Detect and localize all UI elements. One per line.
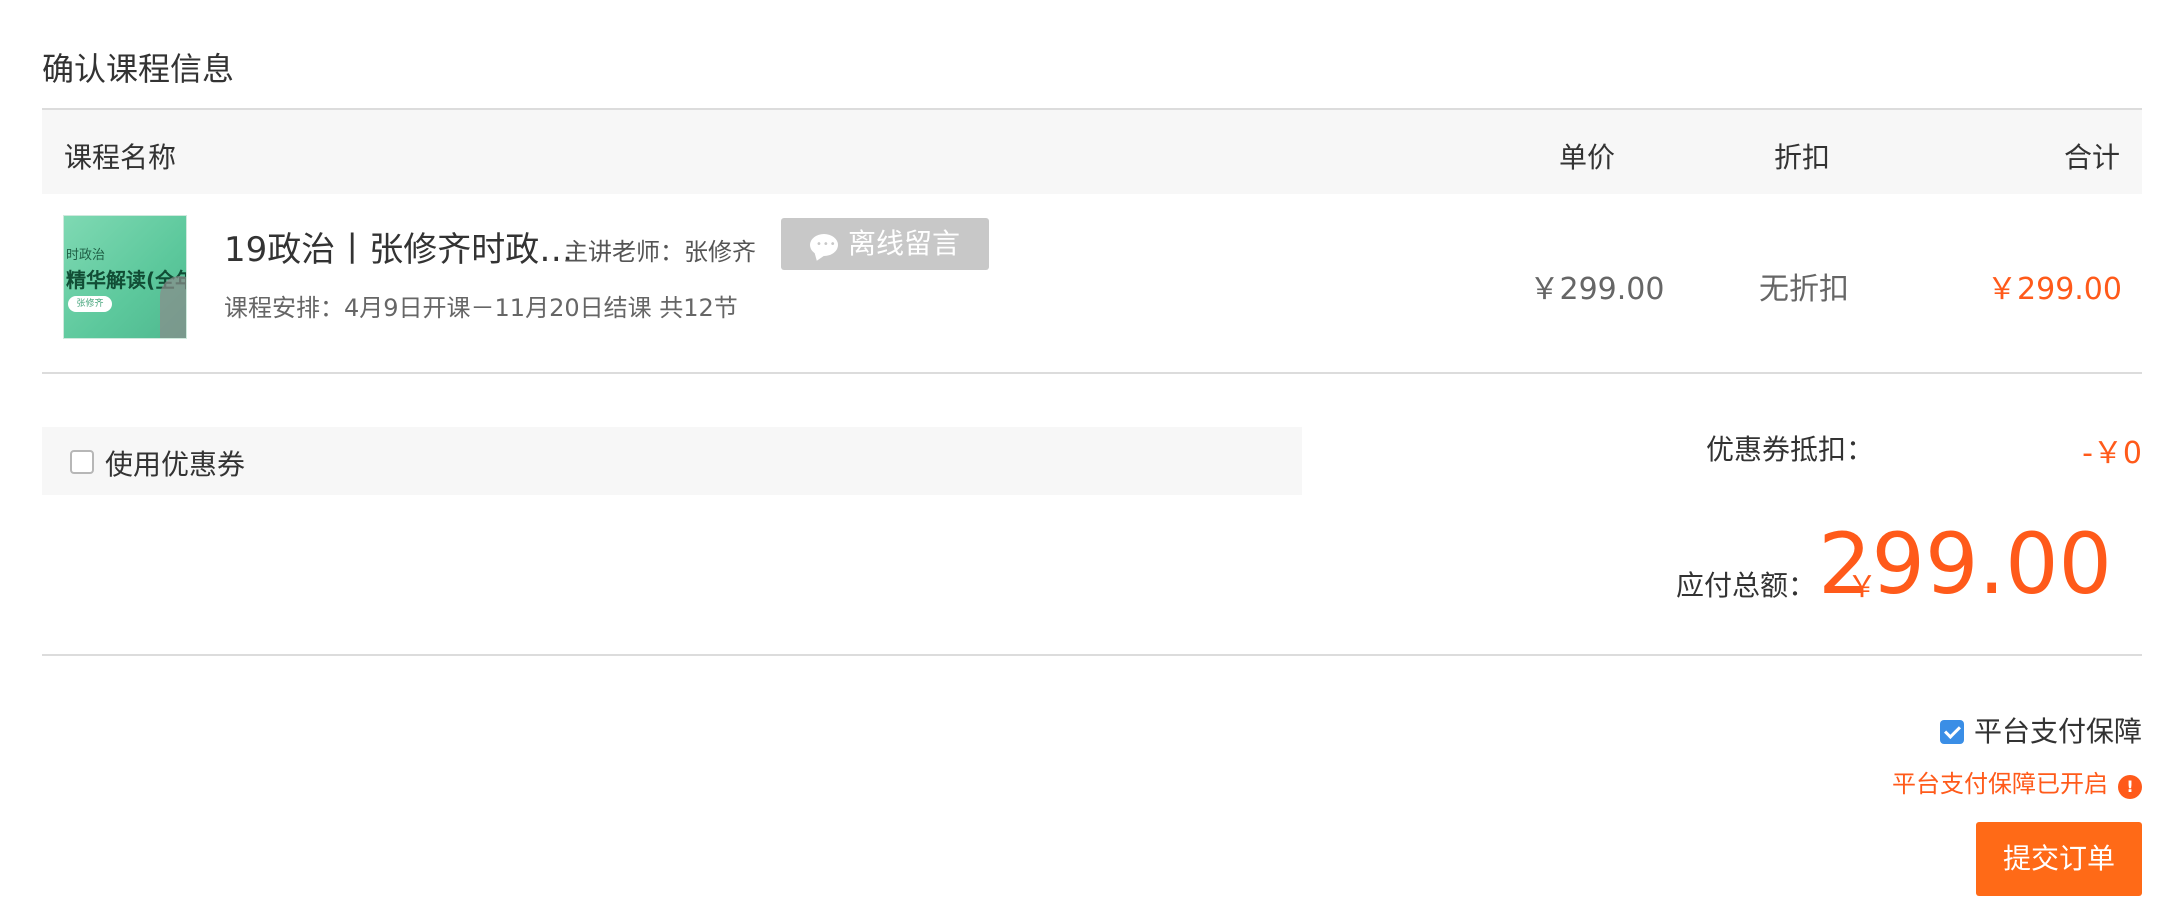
header-course-name: 课程名称 <box>64 141 177 174</box>
course-row: 时政治 精华解读(全年) 张修齐 19政治丨张修齐时政… 主讲老师：张修齐 ••… <box>42 194 2142 374</box>
discount-value: 无折扣 <box>1759 272 1849 307</box>
course-schedule: 课程安排：4月9日开课－11月20日结课 共12节 <box>224 294 738 322</box>
thumbnail-text-top: 时政治 <box>66 248 106 263</box>
platform-guarantee-option[interactable]: 平台支付保障 <box>1939 710 2142 750</box>
platform-guarantee-label: 平台支付保障 <box>1973 715 2142 748</box>
platform-guarantee-note: 平台支付保障已开启! <box>1892 764 2142 799</box>
coupon-deduct-label: 优惠券抵扣： <box>1705 433 1874 466</box>
submit-order-button[interactable]: 提交订单 <box>1976 822 2142 896</box>
use-coupon-label[interactable]: 使用优惠券 <box>105 443 245 483</box>
course-teacher: 主讲老师：张修齐 <box>564 238 756 266</box>
course-thumbnail[interactable]: 时政治 精华解读(全年) 张修齐 <box>63 215 187 339</box>
chat-bubble-icon: ••• <box>809 234 838 256</box>
header-total: 合计 <box>2063 141 2120 174</box>
course-table-header: 课程名称 单价 折扣 合计 <box>42 108 2142 194</box>
alert-icon[interactable]: ! <box>2118 775 2142 799</box>
offline-message-label: 离线留言 <box>847 227 960 260</box>
payable-total-label: 应付总额： <box>1675 569 1816 602</box>
coupon-panel: 使用优惠券 <box>42 427 1302 495</box>
row-total-value: ￥299.00 <box>1987 272 2122 307</box>
unit-price-value: ￥299.00 <box>1529 272 1665 307</box>
offline-message-button[interactable]: ••• 离线留言 <box>781 218 989 270</box>
payable-total-amount: 299.00 <box>1818 515 2112 613</box>
section-title: 确认课程信息 <box>42 50 235 88</box>
thumbnail-badge: 张修齐 <box>68 296 112 312</box>
course-title[interactable]: 19政治丨张修齐时政… <box>224 222 573 271</box>
summary-divider <box>42 654 2142 656</box>
platform-guarantee-note-text: 平台支付保障已开启 <box>1892 770 2108 798</box>
coupon-deduct-value: -￥0 <box>2082 436 2142 471</box>
platform-guarantee-checkbox[interactable] <box>1939 720 1964 744</box>
use-coupon-checkbox[interactable] <box>70 450 94 474</box>
header-unit-price: 单价 <box>1559 141 1616 174</box>
thumbnail-person-image <box>160 276 186 338</box>
header-discount: 折扣 <box>1774 141 1831 174</box>
